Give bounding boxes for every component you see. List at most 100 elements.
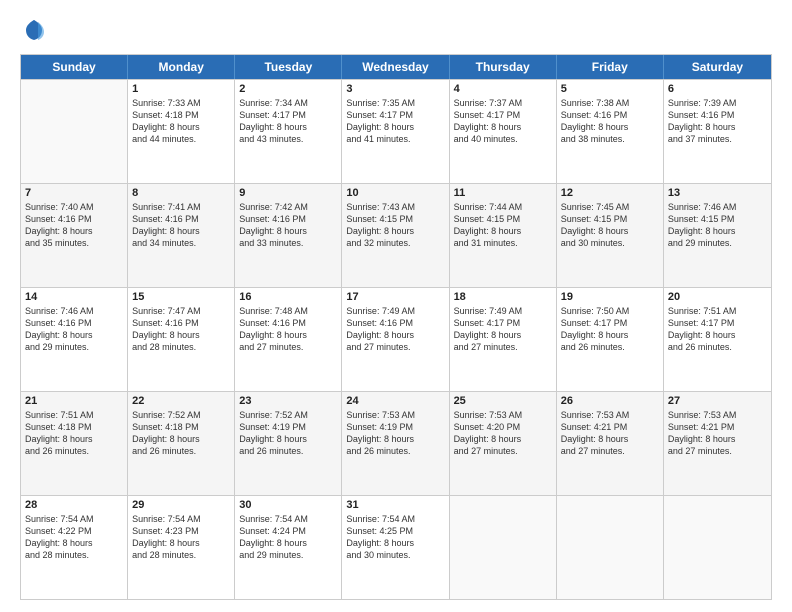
calendar-row-2: 14 Sunrise: 7:46 AMSunset: 4:16 PMDayligh… <box>21 287 771 391</box>
day-info: Sunrise: 7:54 AMSunset: 4:23 PMDaylight:… <box>132 513 230 562</box>
day-info: Sunrise: 7:33 AMSunset: 4:18 PMDaylight:… <box>132 97 230 146</box>
day-info: Sunrise: 7:51 AMSunset: 4:18 PMDaylight:… <box>25 409 123 458</box>
day-info: Sunrise: 7:35 AMSunset: 4:17 PMDaylight:… <box>346 97 444 146</box>
day-info: Sunrise: 7:52 AMSunset: 4:18 PMDaylight:… <box>132 409 230 458</box>
weekday-header-monday: Monday <box>128 55 235 79</box>
calendar-cell-27: 27 Sunrise: 7:53 AMSunset: 4:21 PMDayligh… <box>664 392 771 495</box>
calendar-cell-28: 28 Sunrise: 7:54 AMSunset: 4:22 PMDayligh… <box>21 496 128 599</box>
calendar-cell-20: 20 Sunrise: 7:51 AMSunset: 4:17 PMDayligh… <box>664 288 771 391</box>
calendar-cell-18: 18 Sunrise: 7:49 AMSunset: 4:17 PMDayligh… <box>450 288 557 391</box>
calendar-cell-1: 1 Sunrise: 7:33 AMSunset: 4:18 PMDaylight… <box>128 80 235 183</box>
calendar-cell-10: 10 Sunrise: 7:43 AMSunset: 4:15 PMDayligh… <box>342 184 449 287</box>
day-info: Sunrise: 7:51 AMSunset: 4:17 PMDaylight:… <box>668 305 767 354</box>
calendar-cell-7: 7 Sunrise: 7:40 AMSunset: 4:16 PMDaylight… <box>21 184 128 287</box>
day-info: Sunrise: 7:53 AMSunset: 4:19 PMDaylight:… <box>346 409 444 458</box>
day-info: Sunrise: 7:53 AMSunset: 4:20 PMDaylight:… <box>454 409 552 458</box>
day-number: 20 <box>668 291 767 303</box>
day-number: 8 <box>132 187 230 199</box>
day-info: Sunrise: 7:48 AMSunset: 4:16 PMDaylight:… <box>239 305 337 354</box>
day-number: 29 <box>132 499 230 511</box>
day-number: 10 <box>346 187 444 199</box>
day-info: Sunrise: 7:53 AMSunset: 4:21 PMDaylight:… <box>561 409 659 458</box>
day-info: Sunrise: 7:45 AMSunset: 4:15 PMDaylight:… <box>561 201 659 250</box>
calendar-header: SundayMondayTuesdayWednesdayThursdayFrid… <box>21 55 771 79</box>
calendar-row-3: 21 Sunrise: 7:51 AMSunset: 4:18 PMDayligh… <box>21 391 771 495</box>
calendar-cell-29: 29 Sunrise: 7:54 AMSunset: 4:23 PMDayligh… <box>128 496 235 599</box>
calendar-body: 1 Sunrise: 7:33 AMSunset: 4:18 PMDaylight… <box>21 79 771 599</box>
day-number: 2 <box>239 83 337 95</box>
day-info: Sunrise: 7:43 AMSunset: 4:15 PMDaylight:… <box>346 201 444 250</box>
calendar-cell-31: 31Sunrise: 7:54 AMSunset: 4:25 PMDayligh… <box>342 496 449 599</box>
weekday-header-tuesday: Tuesday <box>235 55 342 79</box>
day-info: Sunrise: 7:46 AMSunset: 4:16 PMDaylight:… <box>25 305 123 354</box>
day-number: 27 <box>668 395 767 407</box>
day-number: 24 <box>346 395 444 407</box>
day-info: Sunrise: 7:54 AMSunset: 4:22 PMDaylight:… <box>25 513 123 562</box>
calendar-cell-empty-4-6 <box>664 496 771 599</box>
day-number: 17 <box>346 291 444 303</box>
day-info: Sunrise: 7:54 AMSunset: 4:25 PMDaylight:… <box>346 513 444 562</box>
day-info: Sunrise: 7:46 AMSunset: 4:15 PMDaylight:… <box>668 201 767 250</box>
day-number: 16 <box>239 291 337 303</box>
day-info: Sunrise: 7:53 AMSunset: 4:21 PMDaylight:… <box>668 409 767 458</box>
calendar-cell-17: 17 Sunrise: 7:49 AMSunset: 4:16 PMDayligh… <box>342 288 449 391</box>
calendar-cell-13: 13Sunrise: 7:46 AMSunset: 4:15 PMDayligh… <box>664 184 771 287</box>
day-number: 14 <box>25 291 123 303</box>
day-number: 21 <box>25 395 123 407</box>
calendar-row-1: 7 Sunrise: 7:40 AMSunset: 4:16 PMDaylight… <box>21 183 771 287</box>
day-number: 26 <box>561 395 659 407</box>
day-number: 6 <box>668 83 767 95</box>
day-info: Sunrise: 7:40 AMSunset: 4:16 PMDaylight:… <box>25 201 123 250</box>
day-info: Sunrise: 7:54 AMSunset: 4:24 PMDaylight:… <box>239 513 337 562</box>
calendar-cell-8: 8 Sunrise: 7:41 AMSunset: 4:16 PMDaylight… <box>128 184 235 287</box>
day-info: Sunrise: 7:47 AMSunset: 4:16 PMDaylight:… <box>132 305 230 354</box>
weekday-header-wednesday: Wednesday <box>342 55 449 79</box>
calendar-cell-15: 15Sunrise: 7:47 AMSunset: 4:16 PMDayligh… <box>128 288 235 391</box>
day-info: Sunrise: 7:49 AMSunset: 4:16 PMDaylight:… <box>346 305 444 354</box>
calendar-cell-22: 22 Sunrise: 7:52 AMSunset: 4:18 PMDayligh… <box>128 392 235 495</box>
day-info: Sunrise: 7:41 AMSunset: 4:16 PMDaylight:… <box>132 201 230 250</box>
weekday-header-friday: Friday <box>557 55 664 79</box>
page: SundayMondayTuesdayWednesdayThursdayFrid… <box>0 0 792 612</box>
weekday-header-thursday: Thursday <box>450 55 557 79</box>
calendar-cell-empty-4-5 <box>557 496 664 599</box>
calendar-cell-24: 24 Sunrise: 7:53 AMSunset: 4:19 PMDayligh… <box>342 392 449 495</box>
day-number: 7 <box>25 187 123 199</box>
calendar-cell-3: 3 Sunrise: 7:35 AMSunset: 4:17 PMDaylight… <box>342 80 449 183</box>
day-info: Sunrise: 7:49 AMSunset: 4:17 PMDaylight:… <box>454 305 552 354</box>
day-info: Sunrise: 7:39 AMSunset: 4:16 PMDaylight:… <box>668 97 767 146</box>
day-number: 5 <box>561 83 659 95</box>
calendar-cell-30: 30Sunrise: 7:54 AMSunset: 4:24 PMDayligh… <box>235 496 342 599</box>
day-number: 19 <box>561 291 659 303</box>
calendar-cell-25: 25 Sunrise: 7:53 AMSunset: 4:20 PMDayligh… <box>450 392 557 495</box>
day-number: 18 <box>454 291 552 303</box>
calendar-cell-14: 14 Sunrise: 7:46 AMSunset: 4:16 PMDayligh… <box>21 288 128 391</box>
day-number: 25 <box>454 395 552 407</box>
calendar-cell-26: 26 Sunrise: 7:53 AMSunset: 4:21 PMDayligh… <box>557 392 664 495</box>
day-number: 11 <box>454 187 552 199</box>
logo <box>20 16 52 44</box>
day-info: Sunrise: 7:34 AMSunset: 4:17 PMDaylight:… <box>239 97 337 146</box>
day-number: 22 <box>132 395 230 407</box>
day-number: 23 <box>239 395 337 407</box>
day-number: 1 <box>132 83 230 95</box>
day-number: 28 <box>25 499 123 511</box>
day-info: Sunrise: 7:42 AMSunset: 4:16 PMDaylight:… <box>239 201 337 250</box>
header <box>20 16 772 44</box>
calendar-cell-23: 23Sunrise: 7:52 AMSunset: 4:19 PMDayligh… <box>235 392 342 495</box>
calendar-cell-6: 6 Sunrise: 7:39 AMSunset: 4:16 PMDaylight… <box>664 80 771 183</box>
calendar-cell-2: 2 Sunrise: 7:34 AMSunset: 4:17 PMDaylight… <box>235 80 342 183</box>
calendar-row-0: 1 Sunrise: 7:33 AMSunset: 4:18 PMDaylight… <box>21 79 771 183</box>
day-number: 3 <box>346 83 444 95</box>
calendar-cell-empty-0-0 <box>21 80 128 183</box>
calendar-cell-4: 4 Sunrise: 7:37 AMSunset: 4:17 PMDaylight… <box>450 80 557 183</box>
calendar-cell-12: 12 Sunrise: 7:45 AMSunset: 4:15 PMDayligh… <box>557 184 664 287</box>
weekday-header-saturday: Saturday <box>664 55 771 79</box>
day-number: 12 <box>561 187 659 199</box>
day-info: Sunrise: 7:37 AMSunset: 4:17 PMDaylight:… <box>454 97 552 146</box>
calendar-cell-16: 16 Sunrise: 7:48 AMSunset: 4:16 PMDayligh… <box>235 288 342 391</box>
day-number: 4 <box>454 83 552 95</box>
day-info: Sunrise: 7:44 AMSunset: 4:15 PMDaylight:… <box>454 201 552 250</box>
calendar-cell-11: 11 Sunrise: 7:44 AMSunset: 4:15 PMDayligh… <box>450 184 557 287</box>
day-info: Sunrise: 7:50 AMSunset: 4:17 PMDaylight:… <box>561 305 659 354</box>
